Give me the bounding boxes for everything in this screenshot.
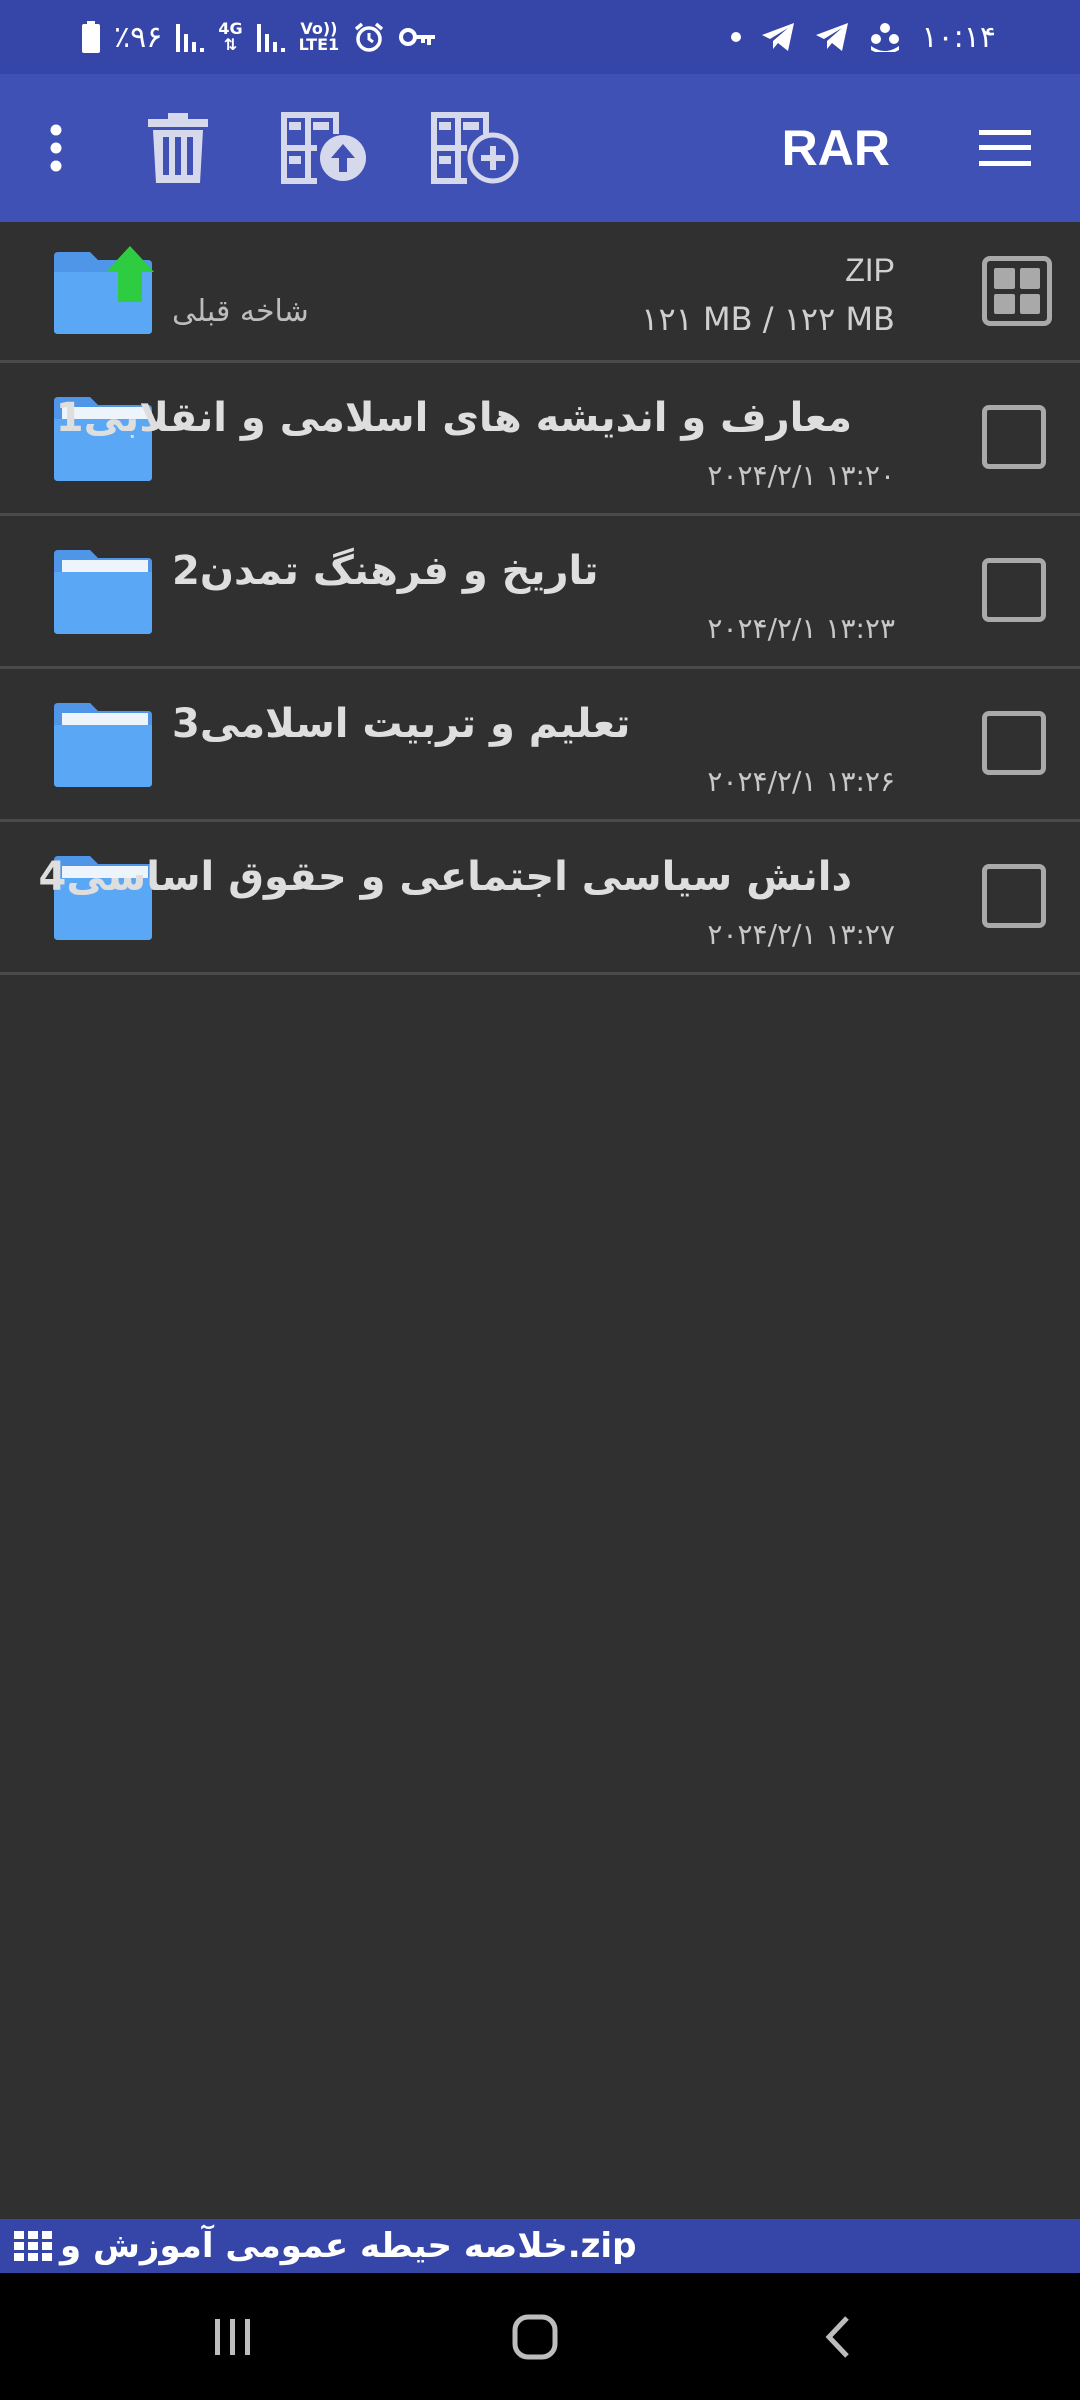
status-right: ۱۰:۱۴ <box>731 14 996 60</box>
archive-grid-icon <box>14 2231 52 2261</box>
select-checkbox[interactable] <box>982 558 1046 622</box>
select-checkbox[interactable] <box>982 864 1046 928</box>
archive-size: ۱۲۱ MB / ۱۲۲ MB <box>641 300 895 338</box>
delete-button[interactable] <box>142 74 214 222</box>
folder-name: تاریخ و فرهنگ تمدن2 <box>172 548 599 594</box>
network-type: 4G ⇅ <box>218 21 242 53</box>
status-time: ۱۰:۱۴ <box>921 19 996 55</box>
parent-folder-label: شاخه قبلی <box>172 294 309 329</box>
extract-icon <box>281 112 366 184</box>
more-options-button[interactable] <box>26 74 86 222</box>
home-icon <box>512 2314 558 2359</box>
dot-icon <box>731 32 742 42</box>
recents-button[interactable] <box>173 2273 293 2400</box>
grid-cell <box>994 268 1015 289</box>
add-archive-button[interactable] <box>430 74 520 222</box>
app-title: RAR <box>781 120 890 176</box>
grid-cell <box>1019 293 1040 314</box>
data-arrows: ⇅ <box>223 35 238 54</box>
folder-name: دانش سیاسی اجتماعی و حقوق اساسی4 <box>38 854 852 900</box>
folder-name: معارف و اندیشه های اسلامی و انقلابی1 <box>55 395 852 441</box>
status-left: ٪۹۶ 4G ⇅ Vo)) LTE1 <box>82 14 437 60</box>
battery-percent: ٪۹۶ <box>114 19 163 55</box>
folder-up-icon <box>54 246 154 334</box>
home-button[interactable] <box>475 2273 595 2400</box>
app-window: ٪۹۶ 4G ⇅ Vo)) LTE1 ۱۰:۱۴ RAR شاخه قبلی Z… <box>0 0 1080 2400</box>
alarm-icon <box>355 22 384 52</box>
select-checkbox[interactable] <box>982 711 1046 775</box>
volte-bottom-label: LTE1 <box>298 35 340 54</box>
recents-icon <box>215 2318 250 2355</box>
back-icon <box>825 2315 849 2358</box>
folder-name: تعلیم و تربیت اسلامی3 <box>172 701 631 747</box>
view-toggle-button[interactable] <box>982 256 1052 326</box>
add-archive-icon <box>431 112 519 184</box>
archive-type: ZIP <box>845 252 895 288</box>
folder-icon <box>54 550 152 634</box>
grid-cell <box>1019 268 1040 289</box>
folder-row[interactable]: دانش سیاسی اجتماعی و حقوق اساسی4 ۲۰۲۴/۲/… <box>0 822 1080 975</box>
key-icon <box>399 28 436 46</box>
extract-button[interactable] <box>280 74 370 222</box>
folder-date: ۲۰۲۴/۲/۱ ۱۳:۲۷ <box>707 918 895 951</box>
select-checkbox[interactable] <box>982 405 1046 469</box>
folder-date: ۲۰۲۴/۲/۱ ۱۳:۲۰ <box>707 459 895 492</box>
parent-folder-row[interactable]: شاخه قبلی ZIP ۱۲۱ MB / ۱۲۲ MB <box>0 222 1080 363</box>
file-list: شاخه قبلی ZIP ۱۲۱ MB / ۱۲۲ MB معارف و ان… <box>0 222 1080 975</box>
folder-row[interactable]: معارف و اندیشه های اسلامی و انقلابی1 ۲۰۲… <box>0 363 1080 516</box>
grid-cell <box>994 293 1015 314</box>
folder-date: ۲۰۲۴/۲/۱ ۱۳:۲۶ <box>707 765 895 798</box>
status-bar: ٪۹۶ 4G ⇅ Vo)) LTE1 ۱۰:۱۴ <box>0 0 1080 74</box>
navigation-bar <box>0 2273 1080 2400</box>
menu-icon <box>979 130 1031 166</box>
telegram-icon <box>762 23 795 51</box>
menu-button[interactable] <box>970 74 1040 222</box>
folder-row[interactable]: تاریخ و فرهنگ تمدن2 ۲۰۲۴/۲/۱ ۱۳:۲۳ <box>0 516 1080 669</box>
signal-icon <box>176 24 205 52</box>
folder-row[interactable]: تعلیم و تربیت اسلامی3 ۲۰۲۴/۲/۱ ۱۳:۲۶ <box>0 669 1080 822</box>
current-path: خلاصه حیطه عمومی آموزش و.zip <box>60 2226 637 2266</box>
battery-icon <box>82 21 100 53</box>
path-bar: خلاصه حیطه عمومی آموزش و.zip <box>0 2219 1080 2273</box>
more-options-icon <box>50 124 62 172</box>
toolbar <box>0 74 1080 222</box>
telegram-icon-2 <box>816 23 849 51</box>
folder-icon <box>54 703 152 787</box>
app-icon <box>871 23 900 52</box>
folder-date: ۲۰۲۴/۲/۱ ۱۳:۲۳ <box>707 612 895 645</box>
back-button[interactable] <box>778 2273 898 2400</box>
volte-indicator: Vo)) LTE1 <box>299 21 340 53</box>
delete-icon <box>148 113 208 183</box>
signal-icon-2 <box>256 24 285 52</box>
